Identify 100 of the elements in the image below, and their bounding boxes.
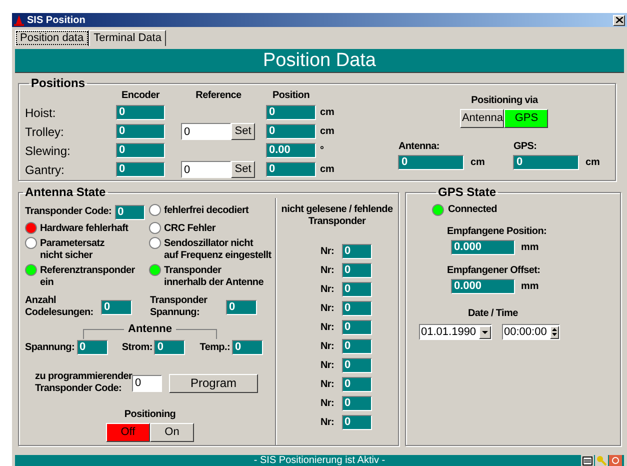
row-label: Trolley: [25,124,65,140]
field-label: Referenztransponder ein [40,264,135,289]
field-label: Nr: [320,378,336,390]
field-label: GPS: [513,141,538,153]
value-field: 0 [342,320,372,335]
value-field: 0 [342,377,372,392]
value-field: 0 [342,263,372,278]
value-field: 0 [342,244,372,259]
code-input[interactable]: 0 [132,374,162,392]
set-button[interactable]: Set [231,161,255,178]
field-label: Hardware fehlerhaft [40,222,128,235]
value-field: 0 [154,340,186,355]
field-label: Sendoszillator nicht auf Frequenz eingestellt [164,237,272,262]
spinner-icon [550,326,559,338]
encoder-field: 0 [116,105,165,120]
toggle-button[interactable]: GPS [504,109,548,128]
page-header: Position Data [15,49,624,73]
program-button[interactable]: Program [169,374,258,392]
field-label: Positioning [124,409,176,421]
field-label: Positioning via [471,95,538,107]
window-title: SIS Position [27,14,86,28]
value-field: 0.000 [451,240,515,255]
field-label: Nr: [320,416,336,428]
field-label: Reference [194,90,242,102]
reference-field[interactable]: 0 [181,123,231,140]
time-picker[interactable]: 00:00:00 [502,324,560,340]
field-label: zu programmierender Transponder Code: [35,371,132,395]
toggle-button[interactable]: On [150,423,194,442]
field-label: Nr: [320,360,336,372]
field-label: Spannung: [25,342,75,354]
field-label: Nr: [320,398,336,410]
encoder-field: 0 [116,162,165,177]
value-field: 0 [513,155,580,170]
unit-label: mm [521,280,539,294]
field-label: Transponder Spannung: [150,295,208,319]
field-label: Strom: [122,342,152,354]
unit-label: cm [320,125,334,139]
encoder-field: 0 [116,124,165,139]
close-icon[interactable] [613,14,625,26]
caret-icon [479,326,491,338]
field-label: Transponder Code: [25,206,112,218]
value-field: 0 [342,396,372,411]
value-field: 0 [76,340,108,355]
value-field: 0 [226,300,257,314]
field-label: fehlerfrei decodiert [164,204,249,217]
field-label: Position [271,90,311,102]
field-label: Encoder [120,90,161,102]
reference-field[interactable]: 0 [181,161,231,178]
field-label: Nr: [320,284,336,296]
stop-icon [609,455,622,466]
field-label: Empfangene Position: [447,226,548,238]
value-field: 0 [342,415,372,430]
unit-label: cm [320,106,334,120]
unit-label: cm [585,156,600,170]
field-label: Anzahl Codelesungen: [25,295,94,319]
field-label: Parametersatz nicht sicher [40,237,104,262]
unit-label: mm [521,241,539,255]
field-label: Date / Time [468,308,519,320]
row-label: Hoist: [25,104,57,122]
field-label: Nr: [320,264,336,276]
group-title: Antenna State [24,186,107,198]
field-label: CRC Fehler [164,222,216,235]
field-label: Nr: [320,246,336,258]
status-text: - SIS Positionierung ist Aktiv - [254,455,386,466]
value-field: 0 [232,340,263,355]
value-field: 0 [342,282,372,297]
tab[interactable]: Terminal Data [88,30,166,46]
value-field: 0 [342,358,372,373]
set-button[interactable]: Set [231,123,255,140]
group-title: GPS State [437,186,498,198]
unit-label: ° [320,144,324,158]
field-label: nicht gelesene / fehlende Transponder [281,204,393,228]
position-field: 0 [266,124,316,139]
group-title: Positions [30,77,86,89]
unit-label: cm [320,163,334,177]
position-field: 0 [266,162,316,177]
toggle-button[interactable]: Antenna [460,109,504,128]
value-field: 0 [101,300,132,314]
field-label: Nr: [320,340,336,352]
toggle-button[interactable]: Off [106,423,150,442]
tab[interactable]: Position data [15,30,89,46]
value-field: 0 [398,155,464,170]
field-label: Antenna: [398,141,440,153]
row-label: Gantry: [25,162,66,178]
cone-icon [14,14,24,26]
field-label: Temp.: [200,342,230,354]
field-label: Connected [448,204,497,216]
field-label: Nr: [320,302,336,314]
field-label: Empfangener Offset: [447,265,542,277]
encoder-field: 0 [116,143,165,158]
value-field: 0 [342,339,372,354]
position-field: 0 [266,105,316,120]
field-label: Nr: [320,322,336,334]
unit-label: cm [470,156,485,170]
position-field: 0.00 [266,143,316,158]
date-picker[interactable]: 01.01.1990 [419,324,492,340]
value-field: 0 [114,204,145,220]
field-label: Antenne [124,323,176,335]
value-field: 0 [342,301,372,316]
field-label: Transponder innerhalb der Antenne [164,264,264,289]
